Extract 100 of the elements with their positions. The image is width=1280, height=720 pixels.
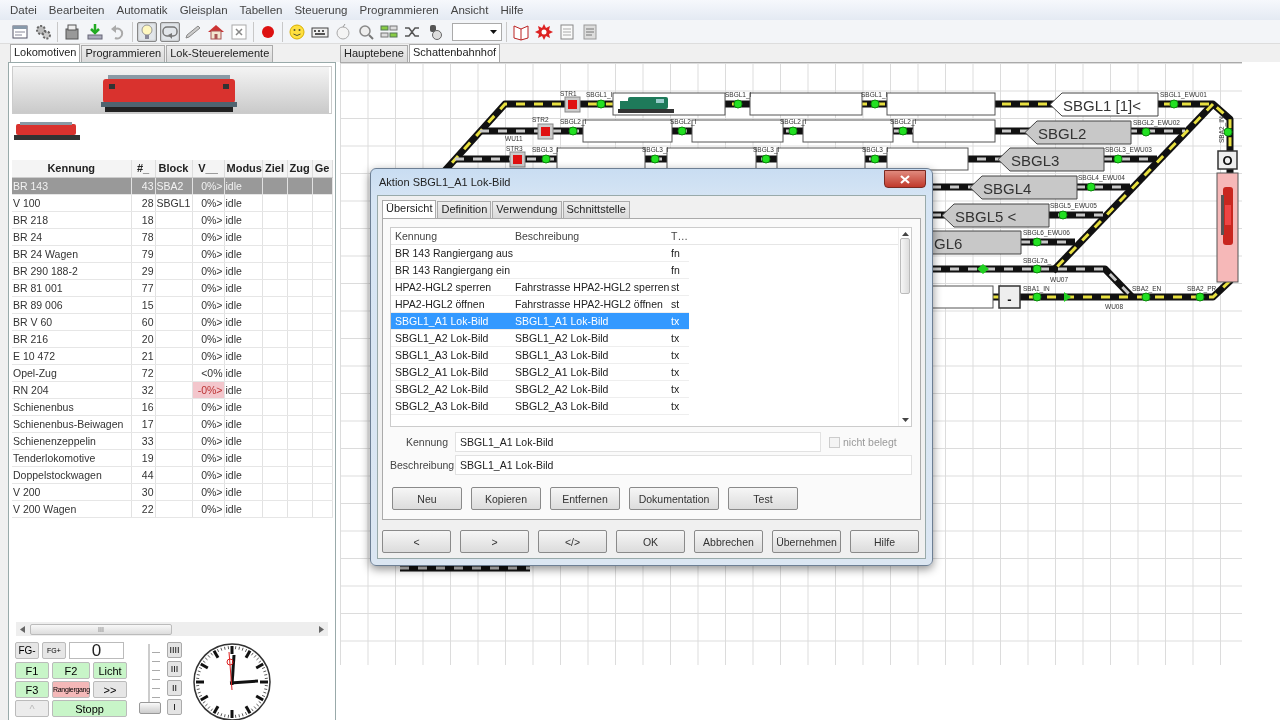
tab[interactable]: Lokomotiven — [10, 44, 81, 62]
function-button[interactable]: F3 — [15, 681, 49, 698]
column-header[interactable]: Ziel — [262, 160, 287, 177]
tab[interactable]: Programmieren — [81, 45, 166, 62]
table-cell: 18 — [131, 211, 155, 228]
toolbar-button[interactable] — [229, 21, 249, 42]
action-button[interactable]: Kopieren — [471, 487, 541, 510]
function-button[interactable]: F1 — [15, 662, 49, 679]
action-button[interactable]: Dokumentation — [629, 487, 719, 510]
menu-item[interactable]: Steuerung — [288, 4, 354, 16]
table-cell: 17 — [131, 415, 155, 432]
table-cell: Schienenbus-Beiwagen — [12, 415, 131, 432]
menu-item[interactable]: Automatik — [110, 4, 174, 16]
function-button[interactable]: F2 — [52, 662, 90, 679]
speed-step-button[interactable]: IIII — [167, 642, 182, 658]
scroll-up-icon[interactable] — [901, 232, 909, 236]
list-row[interactable]: BR 143 Rangiergang ein fn — [391, 262, 689, 279]
signal-icon — [1086, 182, 1096, 192]
table-cell: 0%> — [192, 432, 224, 449]
menu-item[interactable]: Programmieren — [353, 4, 445, 16]
menu-item[interactable]: Datei — [4, 4, 43, 16]
table-cell: V 200 — [12, 483, 131, 500]
input-field[interactable]: SBGL1_A1 Lok-Bild — [455, 432, 821, 452]
table-cell: 33 — [131, 432, 155, 449]
close-button[interactable] — [884, 170, 926, 188]
action-button[interactable]: Entfernen — [550, 487, 620, 510]
toolbar-button[interactable] — [62, 21, 82, 42]
list-row[interactable]: SBGL2_A3 Lok-Bild SBGL2_A3 Lok-Bild tx — [391, 398, 689, 415]
table-cell: BR V 60 — [12, 313, 131, 330]
column-header[interactable]: V__ — [192, 160, 224, 177]
scroll-left-icon[interactable] — [20, 625, 26, 633]
list-cell-text: HPA2-HGL2 sperren — [394, 281, 493, 293]
tab[interactable]: Übersicht — [382, 200, 437, 218]
table-cell: 16 — [131, 398, 155, 415]
dialog-button[interactable]: < — [382, 530, 451, 553]
action-button[interactable]: Neu — [392, 487, 462, 510]
list-cell-text: SBGL1_A2 Lok-Bild — [394, 332, 490, 344]
signal-icon — [1195, 292, 1205, 302]
menu-item[interactable]: Hilfe — [494, 4, 530, 16]
column-header[interactable]: #_ — [131, 160, 155, 177]
signal-icon — [870, 154, 880, 164]
list-cell-text: tx — [670, 366, 681, 378]
dialog-button[interactable]: Abbrechen — [694, 530, 763, 553]
house-icon — [207, 22, 225, 41]
list-row[interactable]: BR 143 Rangiergang aus fn — [391, 245, 689, 262]
signal-icon — [788, 126, 798, 136]
table-cell: 0%> — [192, 296, 224, 313]
column-header[interactable]: Modus — [224, 160, 262, 177]
tab[interactable]: Definition — [437, 201, 492, 218]
column-header[interactable]: Block — [155, 160, 192, 177]
menu-item[interactable]: Tabellen — [233, 4, 289, 16]
tab[interactable]: Schattenbahnhof — [408, 44, 501, 62]
list-row[interactable]: SBGL1_A2 Lok-Bild SBGL1_A2 Lok-Bild tx — [391, 330, 689, 347]
dialog-button[interactable]: </> — [538, 530, 607, 553]
table-cell: idle — [224, 211, 262, 228]
dialog-button[interactable]: Übernehmen — [772, 530, 841, 553]
list-cell-text: SBGL2_A2 Lok-Bild — [514, 383, 610, 395]
speed-step-button[interactable]: I — [167, 699, 182, 715]
column-header[interactable]: Beschreibung — [511, 230, 667, 242]
toolbar-button[interactable] — [137, 21, 157, 42]
switch-button[interactable]: - — [998, 285, 1021, 309]
tab[interactable]: Schnittstelle — [562, 201, 630, 218]
scrollbar-thumb[interactable] — [900, 238, 910, 294]
function-button[interactable]: FG- — [15, 642, 39, 659]
scroll-down-icon[interactable] — [901, 418, 909, 422]
dialog-button[interactable]: Hilfe — [850, 530, 919, 553]
action-button[interactable]: Test — [728, 487, 798, 510]
table-cell: BR 81 001 — [12, 279, 131, 296]
dropdown[interactable] — [452, 22, 502, 41]
slider-thumb[interactable] — [139, 702, 161, 714]
column-header[interactable]: Kennung — [391, 230, 511, 242]
tab[interactable]: Lok-Steuerelemente — [166, 45, 274, 62]
function-button[interactable]: >> — [93, 681, 127, 698]
dialog-button[interactable]: OK — [616, 530, 685, 553]
input-field[interactable]: SBGL1_A1 Lok-Bild — [455, 455, 912, 475]
menu-item[interactable]: Gleisplan — [173, 4, 234, 16]
list-row[interactable]: HPA2-HGL2 sperren Fahrstrasse HPA2-HGL2 sperrenst — [391, 279, 689, 296]
column-header[interactable]: Kennung — [12, 160, 131, 177]
tab[interactable]: Hauptebene — [340, 45, 408, 62]
toolbar-button[interactable] — [287, 21, 307, 42]
table-cell: 0%> — [192, 245, 224, 262]
list-row[interactable]: SBGL2_A1 Lok-Bild SBGL2_A1 Lok-Bild tx — [391, 364, 689, 381]
dialog-button[interactable]: > — [460, 530, 529, 553]
scroll-right-icon[interactable] — [318, 625, 324, 633]
function-button[interactable]: Licht — [93, 662, 127, 679]
menu-item[interactable]: Bearbeiten — [42, 4, 111, 16]
table-cell: BR 216 — [12, 330, 131, 347]
switch-button[interactable]: O — [1217, 150, 1238, 170]
column-header[interactable]: T… — [667, 230, 689, 242]
speed-step-button[interactable]: III — [167, 661, 182, 677]
speed-step-button[interactable]: II — [167, 680, 182, 696]
function-button[interactable]: Stopp — [52, 700, 127, 717]
table-cell: idle — [224, 483, 262, 500]
tab[interactable]: Verwendung — [492, 201, 562, 218]
toolbar-button[interactable] — [160, 21, 180, 42]
toolbar-button[interactable] — [85, 21, 105, 42]
menu-item[interactable]: Ansicht — [444, 4, 495, 16]
list-row[interactable]: SBGL2_A2 Lok-Bild SBGL2_A2 Lok-Bild tx — [391, 381, 689, 398]
column-header[interactable]: Zug — [287, 160, 312, 177]
list-row[interactable]: SBGL1_A3 Lok-Bild SBGL1_A3 Lok-Bild tx — [391, 347, 689, 364]
